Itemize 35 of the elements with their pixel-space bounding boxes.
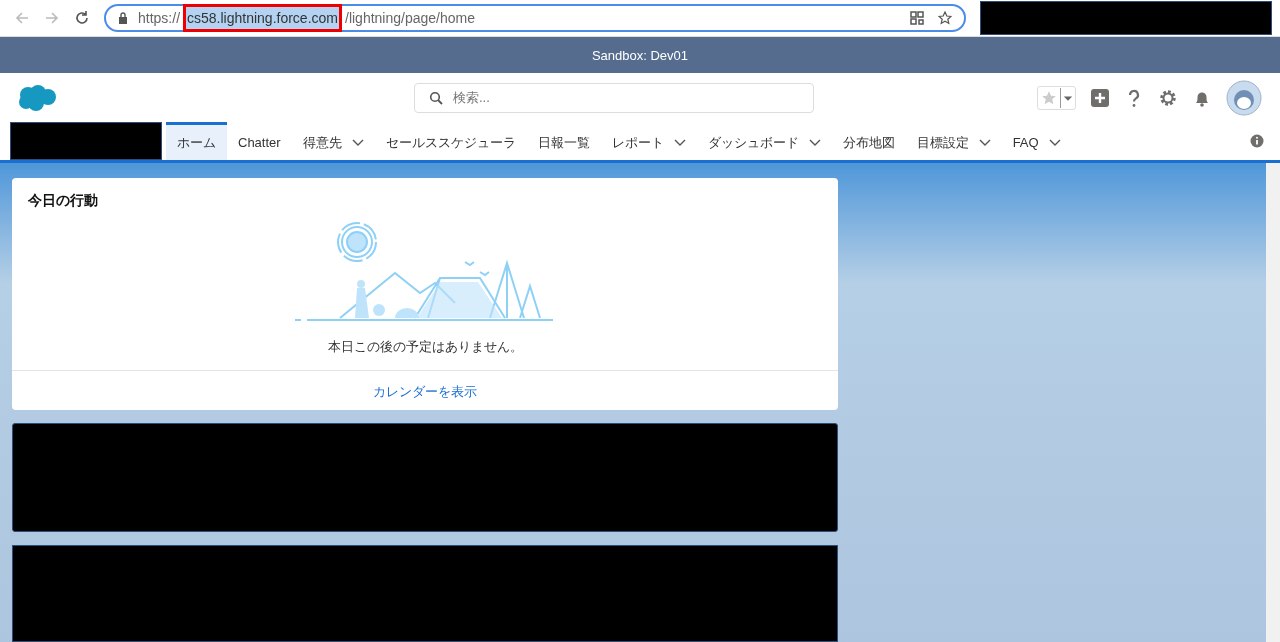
nav-tab[interactable]: FAQ [1001,122,1072,160]
info-icon[interactable] [1250,134,1264,148]
nav-tab[interactable]: Chatter [227,122,292,160]
chevron-down-icon[interactable] [808,138,821,147]
add-icon[interactable] [1090,87,1110,108]
view-calendar-link[interactable]: カレンダーを表示 [373,383,477,401]
chevron-down-icon[interactable] [1048,138,1061,147]
nav-tab[interactable]: セールススケジューラ [374,122,527,160]
nav-tab[interactable]: 目標設定 [905,122,1002,160]
lock-icon [118,12,128,24]
nav-tab[interactable]: 得意先 [291,122,375,160]
qr-code-icon[interactable] [910,11,924,25]
url-path: /lightning/page/home [345,9,475,28]
url-scheme: https:// [138,9,181,28]
chevron-down-icon[interactable] [673,138,686,147]
avatar-icon[interactable] [1226,79,1262,116]
nav-tab[interactable]: レポート [600,122,697,160]
search-field[interactable]: 検索... [414,82,814,113]
card-title: 今日の行動 [27,191,99,210]
reload-icon[interactable] [74,10,90,26]
nav-tab[interactable]: ホーム [166,122,227,160]
url-host: cs58.lightning.force.com [186,7,339,29]
settings-icon[interactable] [1158,87,1178,108]
chevron-down-icon[interactable] [978,138,991,147]
nav-tab[interactable]: 日報一覧 [526,122,601,160]
address-bar[interactable]: https:// cs58.lightning.force.com /lightning/page/home [104,4,966,32]
nav-tab[interactable]: ダッシュボード [696,122,832,160]
cloud-logo [16,83,58,112]
favorites-button[interactable] [1037,85,1076,110]
star-icon[interactable] [938,11,952,25]
nav-tab[interactable]: 分布地図 [831,122,906,160]
scrollbar[interactable] [1266,163,1280,642]
sandbox-banner: Sandbox: Dev01 [0,37,1280,73]
chevron-down-icon[interactable] [351,138,364,147]
empty-message: 本日この後の予定はありません。 [327,338,523,356]
